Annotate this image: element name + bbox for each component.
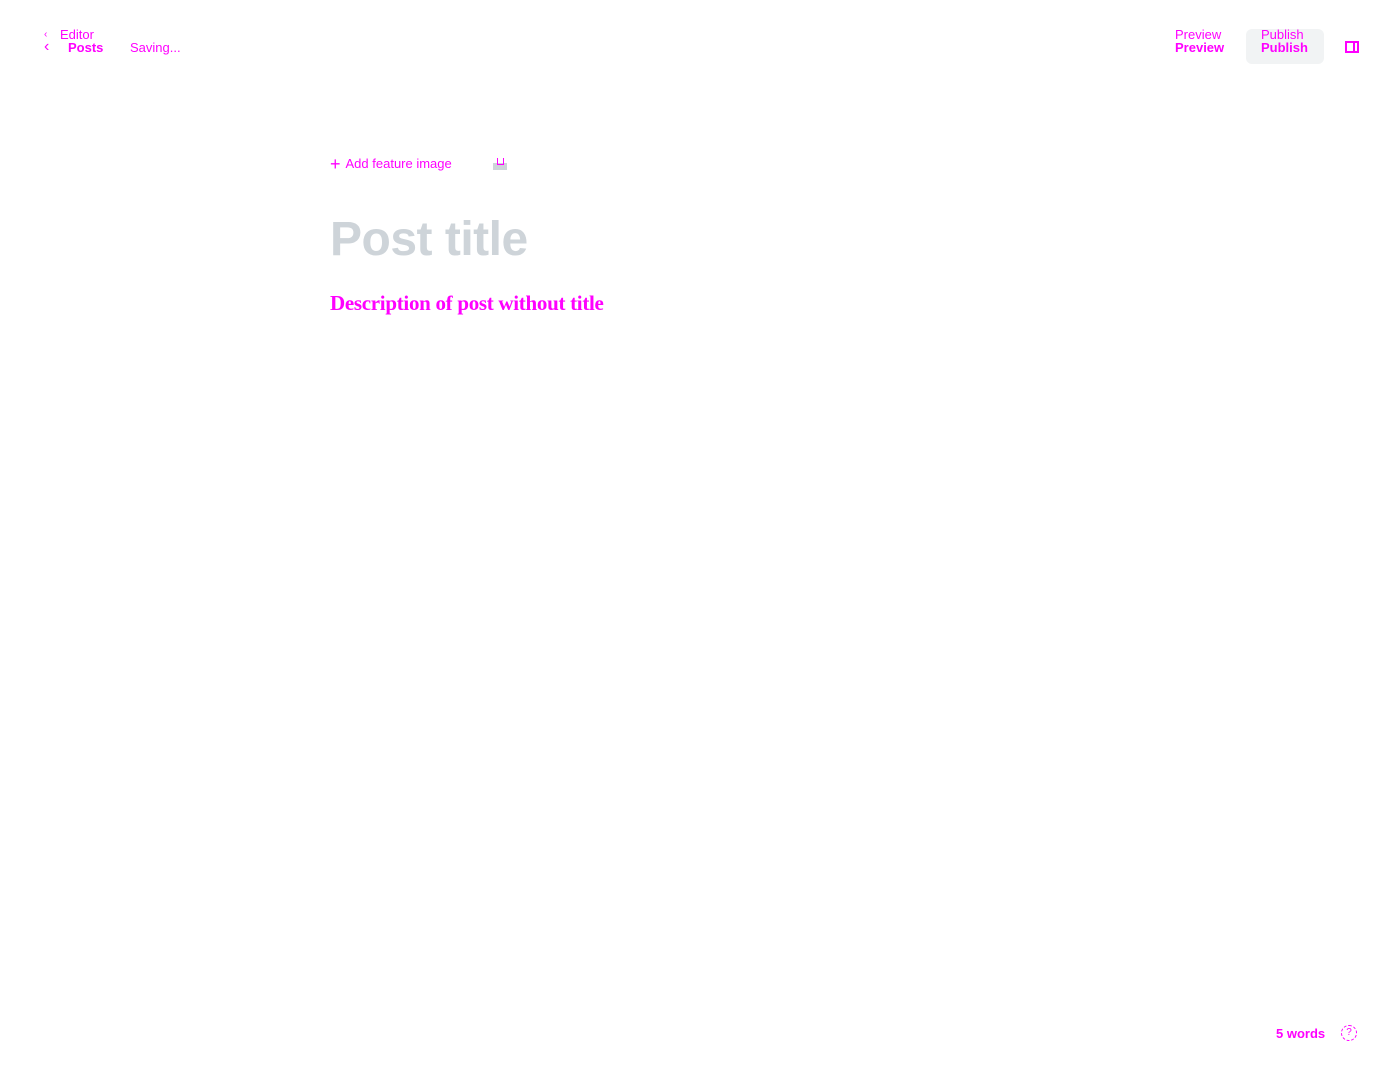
- chevron-left-icon: ‹: [44, 38, 50, 55]
- plus-icon: +: [330, 154, 341, 174]
- help-circle-icon[interactable]: ?: [1341, 1025, 1357, 1041]
- image-settings-icon[interactable]: [493, 158, 507, 170]
- preview-label: Preview: [1175, 40, 1225, 55]
- save-status: Saving...: [130, 40, 181, 55]
- word-count: 5 words: [1276, 1026, 1326, 1041]
- sidebar-panel-icon[interactable]: [1345, 41, 1359, 53]
- post-title-input[interactable]: Post title: [330, 212, 528, 267]
- add-feature-image-button[interactable]: + Add feature image: [330, 154, 452, 174]
- publish-label: Publish: [1261, 40, 1308, 55]
- back-label: Posts: [68, 40, 104, 55]
- post-body-editor[interactable]: Description of post without title: [330, 291, 604, 316]
- add-feature-image-label: Add feature image: [345, 156, 452, 171]
